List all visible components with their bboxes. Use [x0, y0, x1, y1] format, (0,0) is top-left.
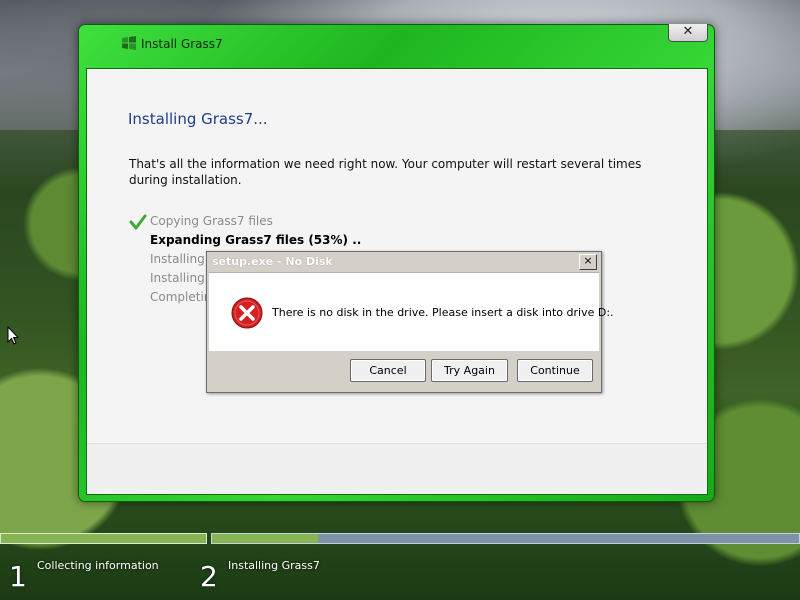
cancel-button[interactable]: Cancel: [350, 359, 426, 382]
no-disk-dialog: setup.exe - No Disk × There is no disk i…: [206, 251, 614, 393]
phase-label-1: Collecting information: [37, 559, 159, 572]
step-expanding-files: Expanding Grass7 files (53%) ..: [129, 231, 361, 250]
dialog-message: There is no disk in the drive. Please in…: [272, 306, 614, 319]
step-label: Completin: [150, 290, 212, 304]
error-icon: [231, 297, 263, 329]
step-label: Expanding Grass7 files (53%) ..: [150, 233, 362, 247]
continue-button[interactable]: Continue: [517, 359, 593, 382]
checkmark-icon: [129, 214, 147, 230]
intro-text: That's all the information we need right…: [129, 157, 642, 187]
try-again-button[interactable]: Try Again: [431, 359, 508, 382]
phase-number-2: 2: [200, 560, 218, 593]
phase-number-1: 1: [9, 560, 27, 593]
phase-label-2: Installing Grass7: [228, 559, 320, 572]
phase1-progress: [0, 533, 207, 544]
setup-progress-bar: [0, 533, 800, 545]
windows-logo-icon: [122, 36, 136, 50]
content-footer: [87, 443, 707, 494]
dialog-titlebar: setup.exe - No Disk ×: [210, 254, 598, 270]
window-title: Install Grass7: [141, 37, 223, 51]
dialog-body: There is no disk in the drive. Please in…: [209, 272, 614, 351]
phase2-progress-fill: [212, 534, 318, 543]
step-copying-files: Copying Grass7 files: [129, 212, 361, 231]
phase2-progress-track: [211, 533, 800, 544]
window-close-button[interactable]: ✕: [668, 24, 708, 42]
dialog-title: setup.exe - No Disk: [212, 255, 333, 268]
step-label: Copying Grass7 files: [150, 214, 273, 228]
page-title: Installing Grass7...: [128, 110, 268, 128]
dialog-close-button[interactable]: ×: [579, 254, 597, 270]
